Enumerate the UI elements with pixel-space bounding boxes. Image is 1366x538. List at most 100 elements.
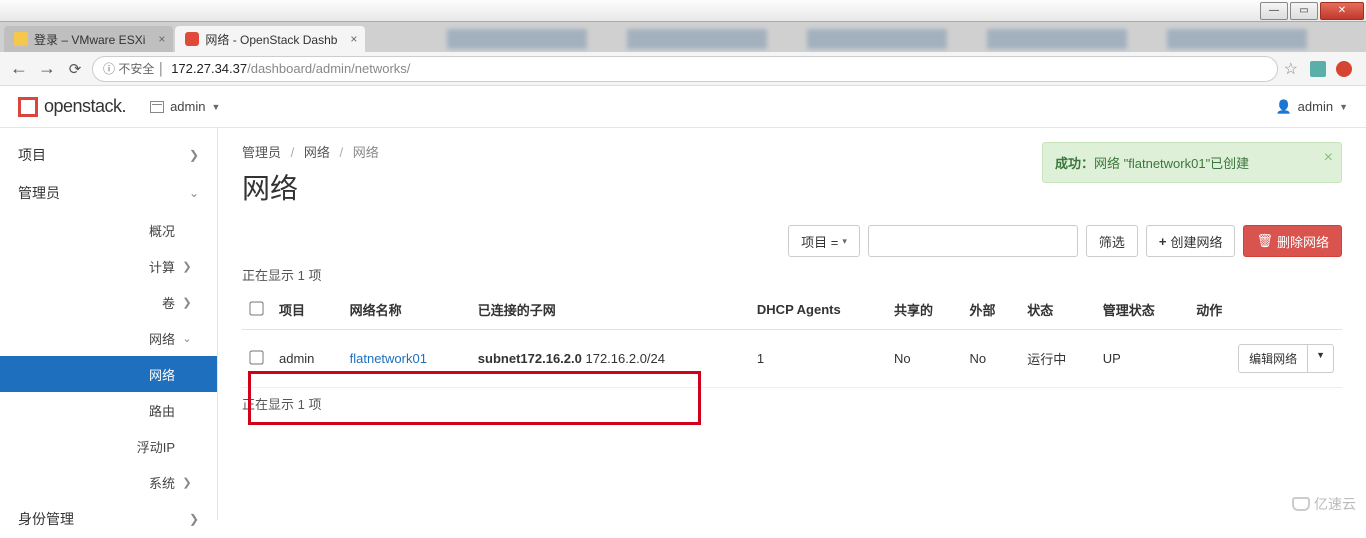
network-link[interactable]: flatnetwork01 (350, 351, 427, 366)
sidebar-item-volume[interactable]: 卷 ❯ (0, 284, 217, 320)
watermark: 亿速云 (1292, 494, 1356, 514)
sidebar-item-label: 管理员 (18, 183, 60, 203)
sidebar-item-admin[interactable]: 管理员 ⌄ (0, 174, 217, 212)
forward-button[interactable]: → (36, 58, 58, 79)
sidebar: 项目 ❯ 管理员 ⌄ 概况 计算 ❯ 卷 ❯ 网络 ⌄ 网络 路由 浮动IP (0, 128, 218, 520)
filter-input[interactable] (868, 225, 1078, 257)
sidebar-item-identity[interactable]: 身份管理 ❯ (0, 500, 217, 538)
col-name[interactable]: 网络名称 (342, 290, 470, 330)
cell-shared: No (886, 330, 962, 388)
chevron-right-icon: ❯ (175, 296, 199, 309)
close-icon[interactable]: × (1324, 149, 1333, 167)
obscured-tabs (447, 26, 1307, 52)
sidebar-item-network[interactable]: 网络 ⌄ (0, 320, 217, 356)
sidebar-item-project[interactable]: 项目 ❯ (0, 136, 217, 174)
chevron-down-icon: ⌄ (189, 186, 199, 200)
project-filter-button[interactable]: 项目 = ▾ (788, 225, 860, 257)
vmware-favicon-icon (14, 32, 28, 46)
breadcrumb-current: 网络 (353, 145, 379, 160)
edit-network-button[interactable]: 编辑网络 (1238, 344, 1308, 373)
showing-count-bottom: 正在显示 1 项 (242, 394, 1342, 413)
chevron-down-icon: ▼ (211, 102, 220, 112)
col-subnets[interactable]: 已连接的子网 (470, 290, 749, 330)
tab-title: 网络 - OpenStack Dashb (205, 31, 337, 48)
sidebar-item-compute[interactable]: 计算 ❯ (0, 248, 217, 284)
breadcrumb-network[interactable]: 网络 (304, 145, 330, 160)
user-icon: 👤 (1275, 99, 1291, 115)
chevron-right-icon: ❯ (175, 476, 199, 489)
window-minimize-button[interactable]: — (1260, 2, 1288, 20)
plus-icon: + (1159, 234, 1167, 249)
table-row: admin flatnetwork01 subnet172.16.2.0 172… (242, 330, 1342, 388)
col-project[interactable]: 项目 (271, 290, 342, 330)
extension-icons (1304, 61, 1358, 77)
toast-message: 网络 "flatnetwork01"已创建 (1094, 156, 1249, 171)
browser-toolbar: ← → ⟳ ⓘ 不安全 │ 172.27.34.37/dashboard/adm… (0, 52, 1366, 86)
sidebar-item-system[interactable]: 系统 ❯ (0, 464, 217, 500)
breadcrumb-admin[interactable]: 管理员 (242, 145, 281, 160)
browser-tab-esxi[interactable]: 登录 – VMware ESXi × (4, 26, 173, 52)
sidebar-item-routers[interactable]: 路由 (0, 392, 217, 428)
cell-project: admin (271, 330, 342, 388)
insecure-icon: ⓘ 不安全 │ (103, 60, 165, 77)
row-checkbox[interactable] (249, 350, 263, 364)
toast-prefix: 成功： (1055, 156, 1094, 171)
cell-dhcp: 1 (749, 330, 886, 388)
chevron-down-icon: ▼ (1339, 102, 1348, 112)
delete-network-button[interactable]: 🗑 删除网络 (1243, 225, 1342, 257)
row-action: 编辑网络 ▼ (1238, 344, 1334, 373)
col-status[interactable]: 状态 (1019, 290, 1095, 330)
col-dhcp[interactable]: DHCP Agents (749, 290, 886, 330)
col-shared[interactable]: 共享的 (886, 290, 962, 330)
brand-logo[interactable]: openstack. (18, 96, 126, 117)
chevron-down-icon: ⌄ (175, 332, 199, 345)
sidebar-item-label: 项目 (18, 145, 46, 165)
user-menu[interactable]: 👤 admin ▼ (1275, 99, 1348, 115)
chevron-right-icon: ❯ (189, 148, 199, 162)
row-action-dropdown[interactable]: ▼ (1308, 344, 1334, 373)
user-name: admin (1298, 99, 1333, 114)
cell-admin-state: UP (1095, 330, 1188, 388)
window-maximize-button[interactable]: ▭ (1290, 2, 1318, 20)
chevron-right-icon: ❯ (175, 260, 199, 273)
back-button[interactable]: ← (8, 58, 30, 79)
project-name: admin (170, 99, 205, 114)
chevron-right-icon: ❯ (189, 512, 199, 526)
trash-icon: 🗑 (1256, 233, 1273, 249)
brand-text: openstack. (44, 96, 126, 117)
sidebar-item-label: 身份管理 (18, 509, 74, 529)
project-selector[interactable]: admin ▼ (150, 99, 220, 114)
select-all-checkbox[interactable] (249, 301, 263, 315)
col-external[interactable]: 外部 (962, 290, 1020, 330)
filter-button[interactable]: 筛选 (1086, 225, 1138, 257)
sidebar-item-floating-ip[interactable]: 浮动IP (0, 428, 217, 464)
sidebar-item-overview[interactable]: 概况 (0, 212, 217, 248)
browser-tab-strip: 登录 – VMware ESXi × 网络 - OpenStack Dashb … (0, 22, 1366, 52)
reload-button[interactable]: ⟳ (64, 60, 86, 78)
extension-icon[interactable] (1310, 61, 1326, 77)
close-icon[interactable]: × (158, 32, 165, 46)
extension-icon[interactable] (1336, 61, 1352, 77)
cell-status: 运行中 (1019, 330, 1095, 388)
browser-tab-openstack[interactable]: 网络 - OpenStack Dashb × (175, 26, 365, 52)
networks-table: 项目 网络名称 已连接的子网 DHCP Agents 共享的 外部 状态 管理状… (242, 290, 1342, 388)
cell-subnets: subnet172.16.2.0 172.16.2.0/24 (470, 330, 749, 388)
project-icon (150, 101, 164, 113)
sidebar-item-networks[interactable]: 网络 (0, 356, 217, 392)
address-bar[interactable]: ⓘ 不安全 │ 172.27.34.37/dashboard/admin/net… (92, 56, 1278, 82)
openstack-favicon-icon (185, 32, 199, 46)
table-toolbar: 项目 = ▾ 筛选 + 创建网络 🗑 删除网络 (242, 225, 1342, 257)
tab-title: 登录 – VMware ESXi (34, 31, 145, 48)
success-toast: 成功：网络 "flatnetwork01"已创建 × (1042, 142, 1342, 183)
openstack-logo-icon (18, 97, 38, 117)
url-text: 172.27.34.37/dashboard/admin/networks/ (171, 61, 410, 76)
create-network-button[interactable]: + 创建网络 (1146, 225, 1236, 257)
bookmark-star-icon[interactable]: ☆ (1284, 59, 1298, 79)
col-admin-state[interactable]: 管理状态 (1095, 290, 1188, 330)
window-close-button[interactable]: ✕ (1320, 2, 1364, 20)
chevron-down-icon: ▾ (842, 236, 847, 247)
openstack-topbar: openstack. admin ▼ 👤 admin ▼ (0, 86, 1366, 128)
close-icon[interactable]: × (350, 32, 357, 46)
cell-external: No (962, 330, 1020, 388)
window-chrome: — ▭ ✕ (0, 0, 1366, 22)
